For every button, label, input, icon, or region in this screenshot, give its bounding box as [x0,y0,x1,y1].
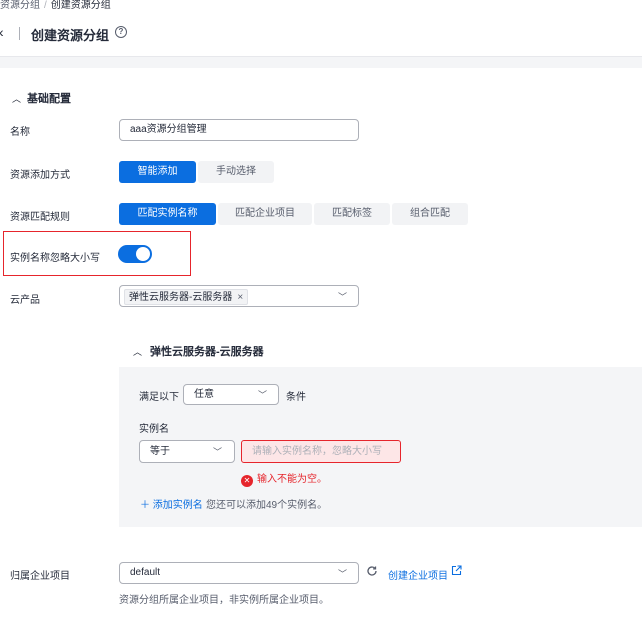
match-rule-instance-name[interactable]: 匹配实例名称 [119,203,216,225]
enterprise-project-hint: 资源分组所属企业项目，非实例所属企业项目。 [119,595,329,606]
ignore-case-label: 实例名称忽略大小写 [10,253,100,264]
refresh-icon[interactable] [366,565,378,577]
chevron-down-icon[interactable]: ﹀ [258,388,267,401]
enterprise-project-select[interactable]: default [119,562,359,584]
add-instance-hint: 您还可以添加49个实例名。 [206,500,328,511]
header-gap [0,57,642,68]
match-rule-combined[interactable]: 组合匹配 [392,203,468,225]
instance-name-label: 实例名 [139,424,169,435]
breadcrumb-parent[interactable]: 资源分组 [0,0,40,11]
match-rule-enterprise-project[interactable]: 匹配企业项目 [218,203,312,225]
error-message: ✕ 输入不能为空。 [241,470,327,487]
add-method-smart[interactable]: 智能添加 [119,161,196,183]
condition-suffix: 条件 [286,392,306,403]
product-panel-header[interactable]: ︿ 弹性云服务器-云服务器 [133,343,264,359]
add-instance-name-link[interactable]: ＋ 添加实例名 [140,496,203,511]
chevron-down-icon[interactable]: ﹀ [338,290,347,303]
cloud-product-tag: 弹性云服务器-云服务器 × [124,289,249,305]
name-input[interactable]: aaa资源分组管理 [119,119,359,141]
ignore-case-toggle[interactable] [118,245,152,263]
error-icon: ✕ [241,475,253,487]
breadcrumb-separator: / [44,0,47,11]
tag-label: 弹性云服务器-云服务器 [129,292,233,303]
match-rule-tag[interactable]: 匹配标签 [314,203,390,225]
section-title: 基础配置 [27,93,72,105]
enterprise-project-label: 归属企业项目 [10,571,70,582]
chevron-down-icon[interactable]: ﹀ [213,445,222,458]
name-label: 名称 [10,127,30,138]
chevron-up-icon: ︿ [133,347,143,357]
add-method-manual[interactable]: 手动选择 [198,161,274,183]
divider [19,27,20,40]
close-icon[interactable]: × [237,292,243,303]
breadcrumb-current: 创建资源分组 [50,0,111,11]
page-header: 资源分组/创建资源分组 ‹ 创建资源分组 ? [0,0,642,57]
product-panel-title: 弹性云服务器-云服务器 [150,346,264,358]
cloud-product-label: 云产品 [10,295,40,306]
page: 资源分组/创建资源分组 ‹ 创建资源分组 ? ︿基础配置 名称 aaa资源分组管… [0,0,642,622]
chevron-up-icon: ︿ [12,94,22,104]
back-chevron-icon[interactable]: ‹ [0,24,4,40]
error-text: 输入不能为空。 [257,474,327,485]
create-enterprise-project-link[interactable]: 创建企业项目 [388,567,448,582]
external-link-icon[interactable] [451,565,462,576]
toggle-knob [136,247,150,261]
match-rule-label: 资源匹配规则 [10,212,70,223]
chevron-down-icon[interactable]: ﹀ [338,567,347,580]
breadcrumb: 资源分组 / 创建资源分组 [0,0,111,11]
page-title: 创建资源分组 [31,28,110,43]
instance-name-input[interactable]: 请输入实例名称，忽略大小写 [241,440,401,463]
condition-prefix: 满足以下 [139,392,179,403]
help-icon[interactable]: ? [115,26,127,38]
add-method-label: 资源添加方式 [10,170,70,181]
section-basic-config[interactable]: ︿ 基础配置 [12,90,71,106]
